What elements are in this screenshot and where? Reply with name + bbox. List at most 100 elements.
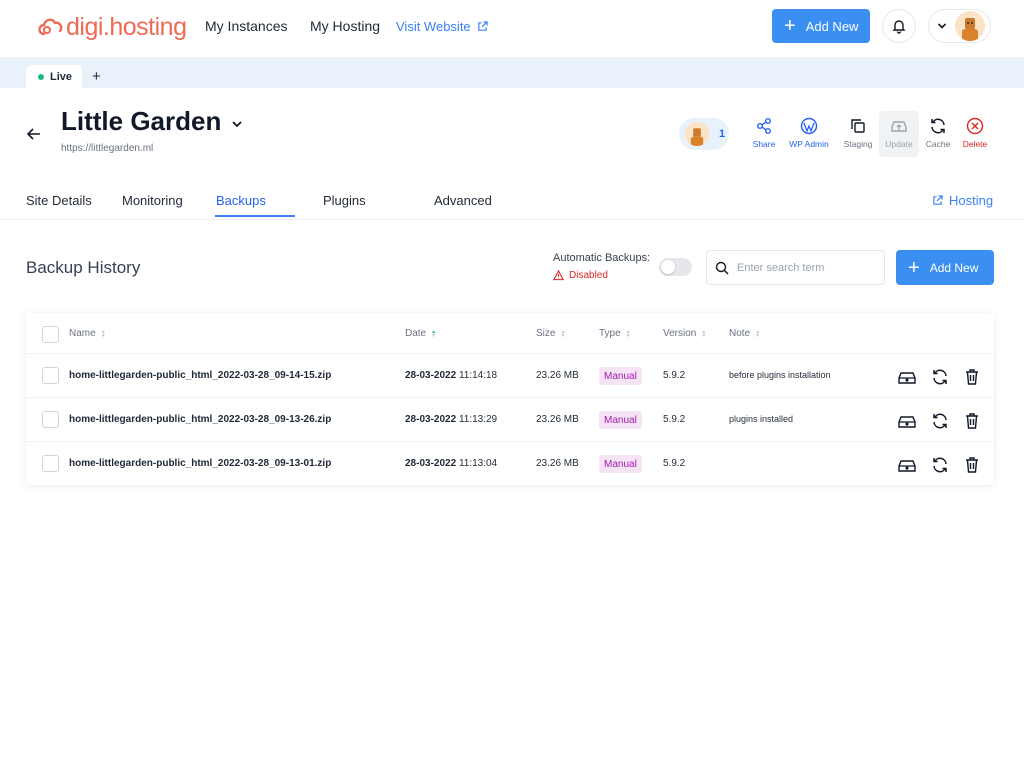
tab-monitoring[interactable]: Monitoring <box>122 193 183 208</box>
backup-size: 23.26 MB <box>536 414 579 425</box>
restore-backup-button[interactable] <box>897 411 917 431</box>
column-date[interactable]: Date ▲ ▼ <box>405 328 436 339</box>
trash-icon <box>966 457 978 473</box>
plus-icon: + <box>908 256 920 279</box>
restore-backup-button[interactable] <box>897 455 917 475</box>
collaborators-button[interactable]: 1 <box>679 118 729 150</box>
refresh-icon <box>933 369 947 385</box>
column-name[interactable]: Name ▲ ▼ <box>69 328 106 339</box>
staging-label: Staging <box>843 139 873 149</box>
copy-icon <box>851 119 865 133</box>
add-new-instance-button[interactable]: + Add New <box>772 9 870 43</box>
add-environment-button[interactable]: + <box>92 68 101 85</box>
cache-label: Cache <box>925 139 951 149</box>
delete-backup-button[interactable] <box>962 367 982 387</box>
column-note[interactable]: Note ▲ ▼ <box>729 328 760 339</box>
add-new-label: Add New <box>805 18 859 34</box>
back-button[interactable] <box>26 126 42 147</box>
automatic-backups-toggle[interactable] <box>659 258 692 276</box>
user-menu[interactable] <box>928 9 991 43</box>
sort-icon: ▲ ▼ <box>560 328 566 339</box>
collaborators-count: 1 <box>719 128 726 140</box>
wordpress-icon <box>800 117 818 135</box>
column-size-label: Size <box>536 328 556 339</box>
backup-history-title: Backup History <box>26 258 141 277</box>
restore-backup-button[interactable] <box>897 367 917 387</box>
backup-date-day: 28-03-2022 <box>405 414 457 425</box>
cache-button[interactable]: Cache <box>917 111 959 157</box>
sort-icon: ▲ ▼ <box>701 328 707 339</box>
environment-tabs: Live + <box>0 58 1024 89</box>
sort-icon: ▲ ▼ <box>755 328 761 339</box>
rerun-backup-button[interactable] <box>930 367 950 387</box>
toggle-knob <box>661 260 675 274</box>
update-label: Update <box>885 139 913 149</box>
sort-icon: ▲ ▼ <box>625 328 631 339</box>
row-checkbox[interactable] <box>42 367 59 384</box>
automatic-backups-status-text: Disabled <box>569 270 608 281</box>
table-row: home-littlegarden-public_html_2022-03-28… <box>26 398 994 442</box>
backup-date-day: 28-03-2022 <box>405 370 457 381</box>
automatic-backups-status: Disabled <box>553 270 608 281</box>
avatar <box>685 122 709 146</box>
column-type-label: Type <box>599 328 621 339</box>
backup-date: 28-03-2022 11:14:18 <box>405 370 497 381</box>
refresh-icon <box>931 118 945 134</box>
column-type[interactable]: Type ▲ ▼ <box>599 328 631 339</box>
rerun-backup-button[interactable] <box>930 411 950 431</box>
backup-version: 5.9.2 <box>663 414 686 425</box>
tab-advanced[interactable]: Advanced <box>434 193 492 208</box>
backup-date-day: 28-03-2022 <box>405 458 457 469</box>
logo-text: digi.hosting <box>66 12 187 41</box>
nav-my-instances[interactable]: My Instances <box>205 18 287 34</box>
table-row: home-littlegarden-public_html_2022-03-28… <box>26 354 994 398</box>
backup-size: 23.26 MB <box>536 458 579 469</box>
trash-icon <box>966 413 978 429</box>
share-button[interactable]: Share <box>743 111 785 157</box>
refresh-icon <box>933 413 947 429</box>
select-all-checkbox[interactable] <box>42 326 59 343</box>
column-date-label: Date <box>405 328 427 339</box>
backup-search <box>706 250 885 285</box>
delete-backup-button[interactable] <box>962 411 982 431</box>
delete-backup-button[interactable] <box>962 455 982 475</box>
staging-button[interactable]: Staging <box>837 111 879 157</box>
wp-admin-label: WP Admin <box>789 139 829 149</box>
search-input[interactable] <box>737 261 877 274</box>
backup-size: 23.26 MB <box>536 370 579 381</box>
notifications-button[interactable] <box>882 9 916 43</box>
update-icon <box>891 121 907 132</box>
row-checkbox[interactable] <box>42 455 59 472</box>
row-checkbox[interactable] <box>42 411 59 428</box>
table-row: home-littlegarden-public_html_2022-03-28… <box>26 442 994 486</box>
automatic-backups-label: Automatic Backups: <box>553 252 651 264</box>
hosting-link[interactable]: Hosting <box>932 193 993 208</box>
tab-live[interactable]: Live <box>26 65 82 89</box>
logo[interactable]: digi.hosting <box>36 11 187 43</box>
wp-admin-button[interactable]: WP Admin <box>787 111 831 157</box>
back-arrow-icon <box>26 128 40 140</box>
chevron-down-icon <box>232 121 242 128</box>
tab-plugins[interactable]: Plugins <box>323 193 366 208</box>
rerun-backup-button[interactable] <box>930 455 950 475</box>
backup-date: 28-03-2022 11:13:29 <box>405 414 497 425</box>
delete-site-button[interactable]: Delete <box>954 111 996 157</box>
tab-live-label: Live <box>50 71 73 83</box>
refresh-icon <box>933 457 947 473</box>
close-circle-icon <box>966 117 984 135</box>
tab-site-details[interactable]: Site Details <box>26 193 92 208</box>
tab-backups[interactable]: Backups <box>216 193 266 208</box>
nav-my-hosting[interactable]: My Hosting <box>310 18 380 34</box>
backup-date-time: 11:13:04 <box>458 458 498 469</box>
column-size[interactable]: Size ▲ ▼ <box>536 328 565 339</box>
external-link-icon <box>933 195 943 205</box>
column-version[interactable]: Version ▲ ▼ <box>663 328 706 339</box>
site-url[interactable]: https://littlegarden.ml <box>61 143 153 154</box>
backup-date-time: 11:13:29 <box>458 414 498 425</box>
update-button[interactable]: Update <box>879 111 919 157</box>
site-switcher-button[interactable] <box>231 117 243 135</box>
delete-label: Delete <box>962 139 988 149</box>
backup-version: 5.9.2 <box>663 458 686 469</box>
visit-website-link[interactable]: Visit Website <box>396 19 488 34</box>
add-new-backup-button[interactable]: + Add New <box>896 250 994 285</box>
